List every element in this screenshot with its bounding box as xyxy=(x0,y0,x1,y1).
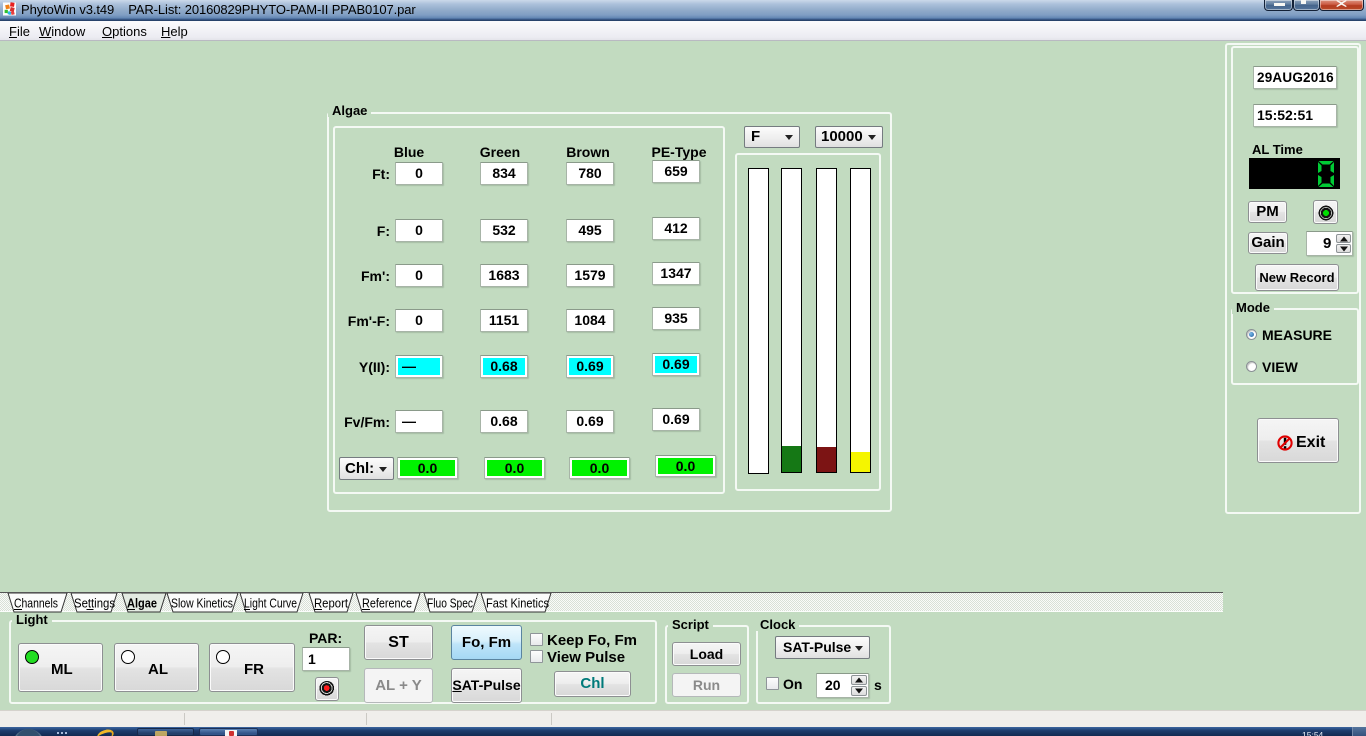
svg-text:Fluo Spec: Fluo Spec xyxy=(427,596,473,611)
svg-text:Report: Report xyxy=(314,596,348,611)
svg-text:Settings: Settings xyxy=(74,596,115,611)
svg-text:Fast Kinetics: Fast Kinetics xyxy=(486,596,549,611)
svg-text:Slow Kinetics: Slow Kinetics xyxy=(171,596,233,611)
svg-text:Channels: Channels xyxy=(14,596,58,611)
svg-text:Light Curve: Light Curve xyxy=(244,596,297,611)
svg-text:Algae: Algae xyxy=(127,596,157,611)
svg-text:Reference: Reference xyxy=(362,596,412,611)
